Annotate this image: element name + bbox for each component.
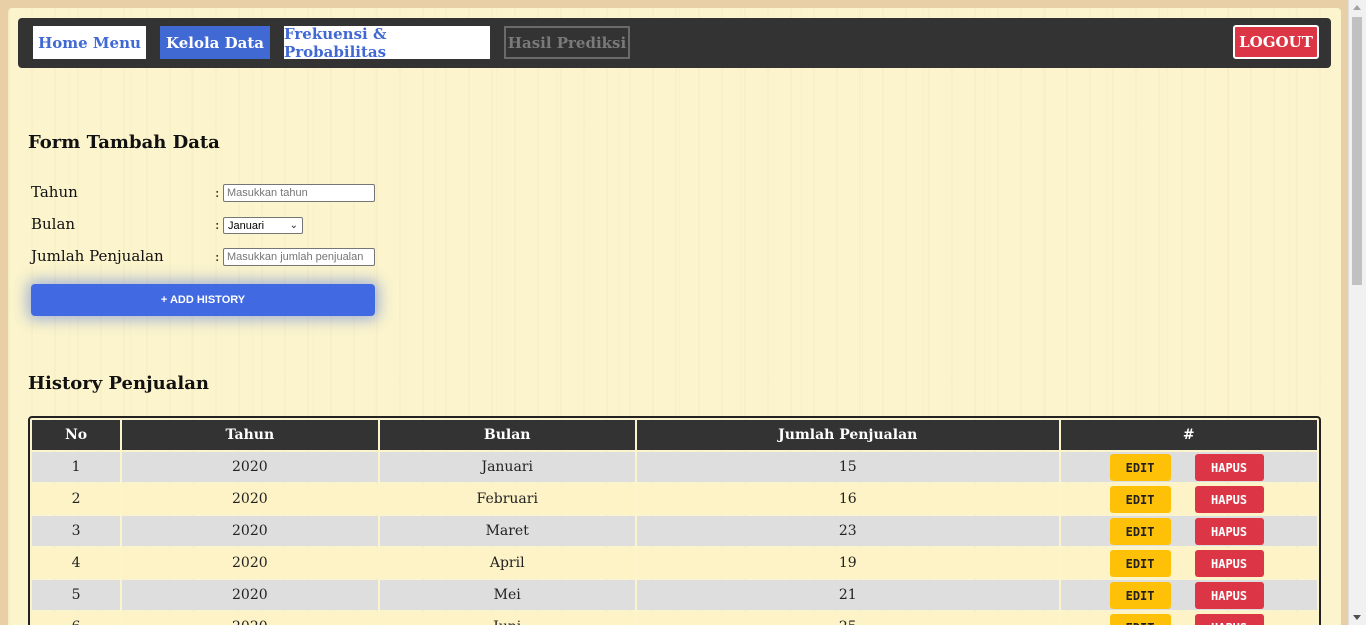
tahun-label: Tahun (31, 183, 78, 201)
edit-button[interactable]: EDIT (1109, 550, 1171, 577)
tahun-colon: : (215, 186, 220, 201)
column-header-jumlah: Jumlah Penjualan (636, 420, 1059, 450)
history-title: History Penjualan (28, 373, 209, 394)
cell-no: 4 (32, 548, 121, 578)
table-row: 5 2020 Mei 21 EDIT HAPUS (32, 580, 1317, 610)
scroll-up-arrow-icon[interactable] (1353, 5, 1361, 10)
history-table-container: No Tahun Bulan Jumlah Penjualan # 1 2020 J… (28, 416, 1321, 625)
table-row: 3 2020 Maret 23 EDIT HAPUS (32, 516, 1317, 546)
cell-jumlah: 15 (636, 452, 1059, 482)
cell-tahun: 2020 (122, 484, 378, 514)
hapus-button[interactable]: HAPUS (1194, 614, 1264, 625)
history-table-body: 1 2020 Januari 15 EDIT HAPUS 2 2020 Februari 16 ED… (32, 452, 1317, 625)
edit-button[interactable]: EDIT (1109, 454, 1171, 481)
jumlah-colon: : (215, 250, 220, 265)
cell-bulan: Mei (379, 580, 635, 610)
table-row: 1 2020 Januari 15 EDIT HAPUS (32, 452, 1317, 482)
cell-actions: EDIT HAPUS (1060, 548, 1317, 578)
column-header-actions: # (1060, 420, 1317, 450)
nav-hasil-prediksi-button[interactable]: Hasil Prediksi (504, 26, 630, 59)
jumlah-penjualan-label: Jumlah Penjualan (31, 247, 164, 265)
hapus-button[interactable]: HAPUS (1194, 518, 1264, 545)
cell-no: 3 (32, 516, 121, 546)
cell-no: 5 (32, 580, 121, 610)
table-header-row: No Tahun Bulan Jumlah Penjualan # (32, 420, 1317, 450)
cell-bulan: Februari (379, 484, 635, 514)
cell-actions: EDIT HAPUS (1060, 580, 1317, 610)
scrollbar-thumb[interactable] (1352, 17, 1362, 285)
nav-kelola-data-button[interactable]: Kelola Data (160, 26, 270, 59)
cell-jumlah: 19 (636, 548, 1059, 578)
cell-no: 6 (32, 612, 121, 625)
column-header-tahun: Tahun (122, 420, 378, 450)
page-scrollbar[interactable] (1348, 0, 1366, 625)
cell-no: 1 (32, 452, 121, 482)
scroll-down-arrow-icon[interactable] (1353, 615, 1361, 620)
logout-button[interactable]: LOGOUT (1233, 25, 1319, 59)
bulan-select[interactable]: Januari ⌄ (223, 217, 303, 234)
bulan-select-value: Januari (228, 219, 265, 232)
cell-bulan: Juni (379, 612, 635, 625)
cell-tahun: 2020 (122, 452, 378, 482)
bulan-colon: : (215, 218, 220, 233)
cell-bulan: April (379, 548, 635, 578)
cell-actions: EDIT HAPUS (1060, 452, 1317, 482)
cell-actions: EDIT HAPUS (1060, 612, 1317, 625)
table-row: 4 2020 April 19 EDIT HAPUS (32, 548, 1317, 578)
cell-no: 2 (32, 484, 121, 514)
cell-jumlah: 23 (636, 516, 1059, 546)
cell-tahun: 2020 (122, 612, 378, 625)
jumlah-penjualan-input[interactable] (223, 248, 375, 266)
add-history-button[interactable]: + ADD HISTORY (31, 284, 375, 316)
cell-bulan: Maret (379, 516, 635, 546)
column-header-no: No (32, 420, 121, 450)
cell-jumlah: 16 (636, 484, 1059, 514)
tahun-input[interactable] (223, 184, 375, 202)
nav-frekuensi-probabilitas-button[interactable]: Frekuensi & Probabilitas (284, 25, 490, 61)
navbar: Home Menu Kelola Data Frekuensi & Probab… (18, 18, 1331, 68)
cell-tahun: 2020 (122, 516, 378, 546)
form-title: Form Tambah Data (28, 132, 220, 153)
hapus-button[interactable]: HAPUS (1194, 582, 1264, 609)
edit-button[interactable]: EDIT (1109, 518, 1171, 545)
edit-button[interactable]: EDIT (1109, 486, 1171, 513)
edit-button[interactable]: EDIT (1109, 614, 1171, 625)
cell-tahun: 2020 (122, 580, 378, 610)
column-header-bulan: Bulan (379, 420, 635, 450)
hapus-button[interactable]: HAPUS (1194, 550, 1264, 577)
page-container: Home Menu Kelola Data Frekuensi & Probab… (8, 8, 1341, 625)
history-table: No Tahun Bulan Jumlah Penjualan # 1 2020 J… (30, 418, 1319, 625)
cell-actions: EDIT HAPUS (1060, 516, 1317, 546)
nav-home-menu-button[interactable]: Home Menu (33, 26, 146, 59)
bulan-label: Bulan (31, 215, 76, 233)
table-row: 62020Juni25 EDIT HAPUS (32, 612, 1317, 625)
cell-tahun: 2020 (122, 548, 378, 578)
cell-actions: EDIT HAPUS (1060, 484, 1317, 514)
cell-jumlah: 21 (636, 580, 1059, 610)
table-row: 2 2020 Februari 16 EDIT HAPUS (32, 484, 1317, 514)
hapus-button[interactable]: HAPUS (1194, 454, 1264, 481)
chevron-down-icon: ⌄ (289, 220, 298, 231)
cell-bulan: Januari (379, 452, 635, 482)
hapus-button[interactable]: HAPUS (1194, 486, 1264, 513)
edit-button[interactable]: EDIT (1109, 582, 1171, 609)
cell-jumlah: 25 (636, 612, 1059, 625)
